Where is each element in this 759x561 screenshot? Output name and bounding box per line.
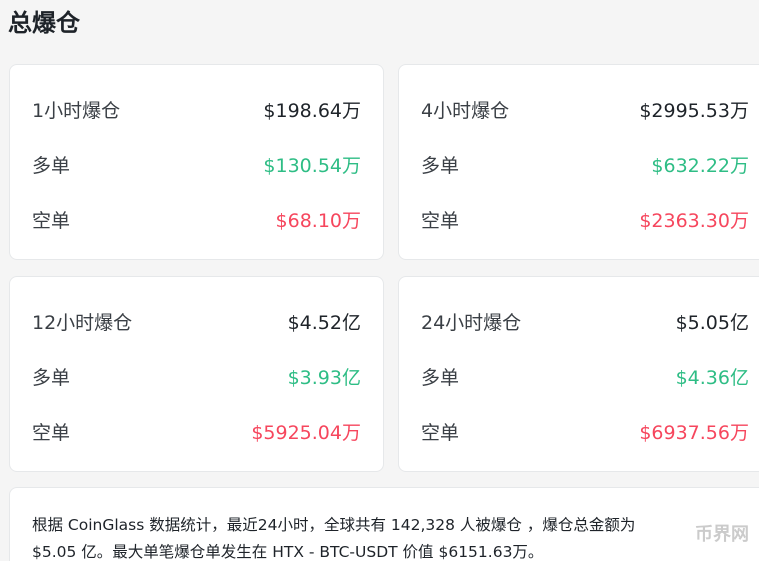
total-value: $4.52亿: [287, 312, 361, 334]
long-row: 多单 $632.22万: [421, 151, 749, 181]
liquidation-card-1h: 1小时爆仓 $198.64万 多单 $130.54万 空单 $68.10万: [9, 64, 384, 260]
short-row: 空单 $6937.56万: [421, 418, 749, 448]
long-value: $130.54万: [263, 155, 361, 177]
short-value: $5925.04万: [251, 422, 361, 444]
short-value: $2363.30万: [639, 210, 749, 232]
long-value: $3.93亿: [287, 367, 361, 389]
total-value: $198.64万: [263, 100, 361, 122]
summary-line-2: $5.05 亿。最大单笔爆仓单发生在 HTX - BTC-USDT 价值 $61…: [32, 543, 544, 561]
period-label: 1小时爆仓: [32, 100, 121, 122]
total-row: 12小时爆仓 $4.52亿: [32, 308, 361, 338]
watermark-logo: 币界网: [695, 524, 749, 545]
short-label: 空单: [32, 210, 71, 232]
period-label: 24小时爆仓: [421, 312, 522, 334]
total-row: 1小时爆仓 $198.64万: [32, 96, 361, 126]
short-value: $68.10万: [275, 210, 361, 232]
total-row: 24小时爆仓 $5.05亿: [421, 308, 749, 338]
short-row: 空单 $5925.04万: [32, 418, 361, 448]
short-row: 空单 $2363.30万: [421, 206, 749, 236]
short-row: 空单 $68.10万: [32, 206, 361, 236]
long-row: 多单 $3.93亿: [32, 363, 361, 393]
long-label: 多单: [32, 155, 71, 177]
liquidation-card-12h: 12小时爆仓 $4.52亿 多单 $3.93亿 空单 $5925.04万: [9, 276, 384, 472]
total-row: 4小时爆仓 $2995.53万: [421, 96, 749, 126]
period-label: 4小时爆仓: [421, 100, 510, 122]
short-value: $6937.56万: [639, 422, 749, 444]
long-label: 多单: [421, 367, 460, 389]
long-row: 多单 $130.54万: [32, 151, 361, 181]
short-label: 空单: [32, 422, 71, 444]
summary-line-1: 根据 CoinGlass 数据统计，最近24小时，全球共有 142,328 人被…: [32, 516, 636, 534]
short-label: 空单: [421, 210, 460, 232]
total-value: $2995.53万: [639, 100, 749, 122]
long-row: 多单 $4.36亿: [421, 363, 749, 393]
liquidation-card-4h: 4小时爆仓 $2995.53万 多单 $632.22万 空单 $2363.30万: [398, 64, 759, 260]
summary-box: 根据 CoinGlass 数据统计，最近24小时，全球共有 142,328 人被…: [9, 487, 759, 561]
long-label: 多单: [421, 155, 460, 177]
page-title: 总爆仓: [8, 9, 80, 37]
period-label: 12小时爆仓: [32, 312, 133, 334]
short-label: 空单: [421, 422, 460, 444]
liquidation-card-24h: 24小时爆仓 $5.05亿 多单 $4.36亿 空单 $6937.56万: [398, 276, 759, 472]
long-value: $632.22万: [651, 155, 749, 177]
long-value: $4.36亿: [675, 367, 749, 389]
total-value: $5.05亿: [675, 312, 749, 334]
long-label: 多单: [32, 367, 71, 389]
